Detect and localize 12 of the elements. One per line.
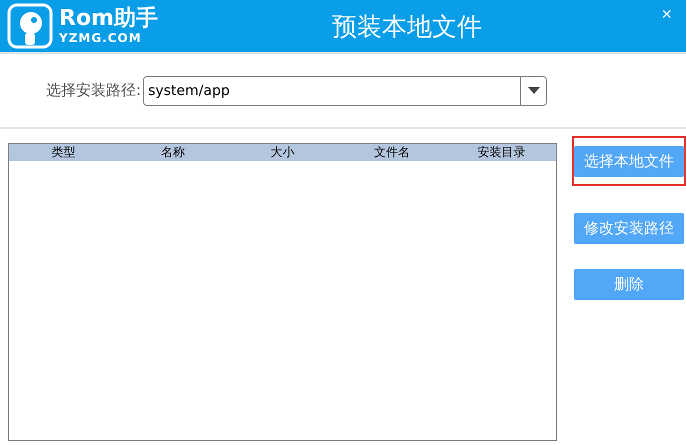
window-title: 预装本地文件: [332, 10, 482, 42]
mascot-icon: [7, 3, 53, 49]
column-header[interactable]: 安装目录: [446, 144, 556, 161]
column-header[interactable]: 大小: [228, 144, 338, 161]
caret-icon: [528, 87, 540, 94]
logo-site: YZMG.COM: [59, 32, 143, 44]
logo-name: Rom助手: [59, 8, 158, 30]
path-dropdown[interactable]: system/app: [143, 76, 548, 106]
column-header[interactable]: 类型: [9, 144, 118, 161]
column-header[interactable]: 文件名: [337, 144, 447, 161]
path-label: 选择安装路径:: [46, 81, 142, 100]
column-header[interactable]: 名称: [118, 144, 228, 161]
